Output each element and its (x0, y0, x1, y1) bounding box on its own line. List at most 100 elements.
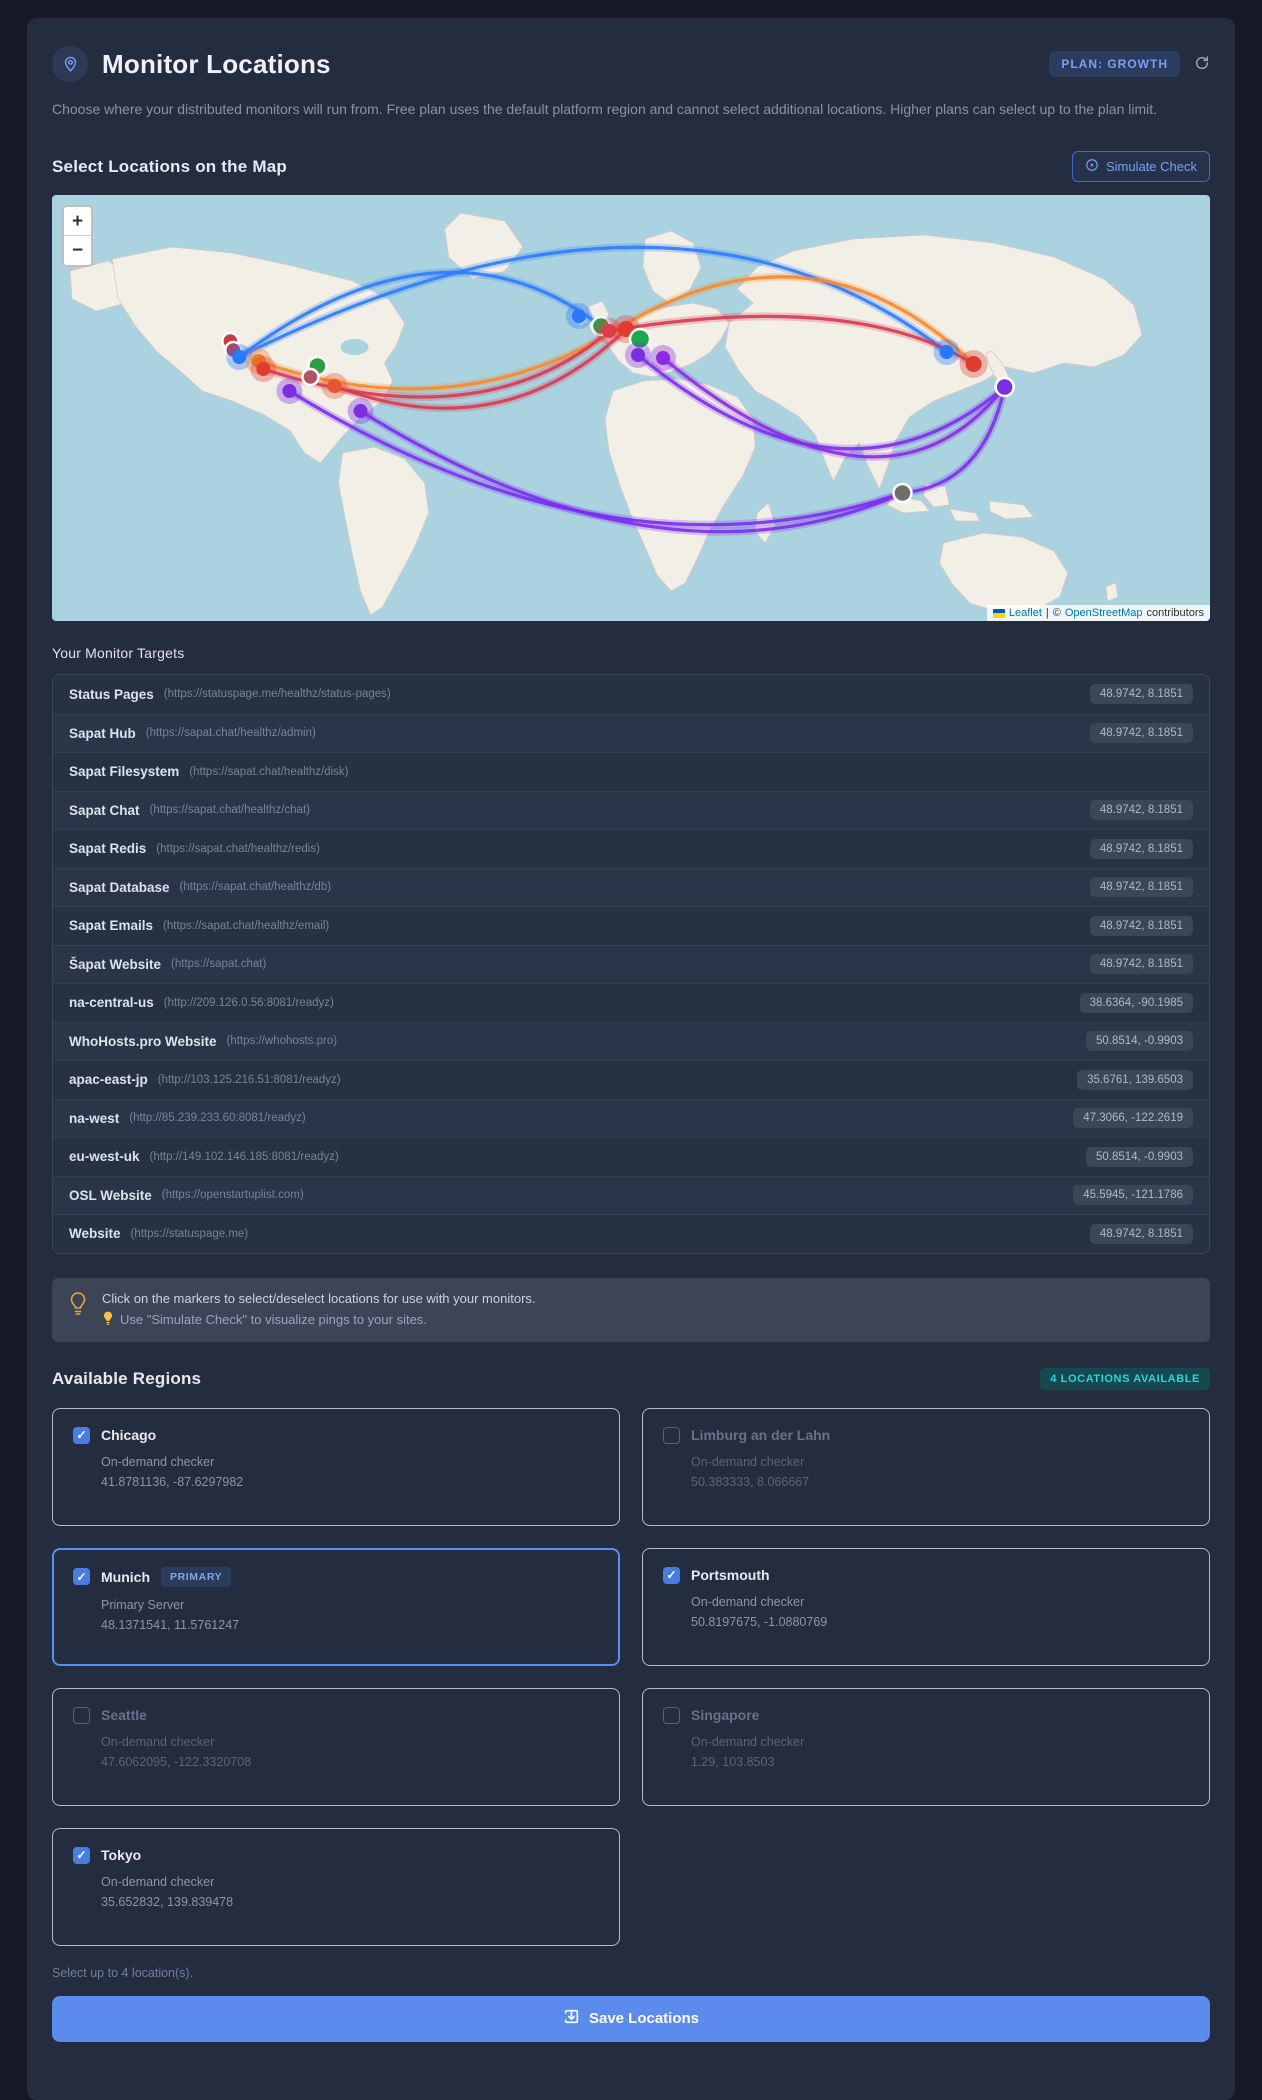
refresh-icon (1194, 55, 1210, 74)
target-url: (https://sapat.chat/healthz/redis) (156, 842, 320, 855)
zoom-in-button[interactable]: + (64, 207, 91, 237)
leaflet-link[interactable]: Leaflet (1009, 607, 1042, 619)
world-map[interactable]: + − Leaflet | © OpenStreetMap contributo… (52, 195, 1210, 622)
simulate-check-button[interactable]: Simulate Check (1071, 151, 1210, 183)
save-icon (563, 2008, 580, 2029)
locations-available-badge: 4 LOCATIONS AVAILABLE (1040, 1367, 1210, 1390)
target-name: apac-east-jp (69, 1072, 148, 1088)
region-checkbox[interactable] (73, 1846, 90, 1864)
region-checkbox[interactable] (73, 1706, 90, 1724)
region-name: Chicago (101, 1427, 157, 1444)
region-name: Limburg an der Lahn (691, 1427, 831, 1444)
target-coordinates-badge: 50.8514, -0.9903 (1086, 1031, 1193, 1052)
target-coordinates-badge: 45.5945, -121.1786 (1073, 1185, 1193, 1206)
region-card[interactable]: Munich PRIMARY Primary Server 48.1371541… (52, 1547, 620, 1666)
target-coordinates-badge: 50.8514, -0.9903 (1086, 1146, 1193, 1167)
target-name: Sapat Chat (69, 802, 140, 818)
region-coordinates: 35.652832, 139.839478 (101, 1894, 234, 1909)
marker-us-orange-2[interactable] (327, 379, 342, 394)
region-type: On-demand checker (101, 1874, 215, 1889)
zoom-out-button[interactable]: − (64, 236, 91, 266)
region-type: On-demand checker (101, 1734, 215, 1749)
marker-us-maroon[interactable] (301, 367, 320, 387)
target-url: (https://statuspage.me/healthz/status-pa… (163, 688, 391, 701)
lightbulb-icon (68, 1291, 88, 1322)
selection-limit-note: Select up to 4 location(s). (52, 1965, 194, 1980)
target-coordinates-badge: 47.3066, -122.2619 (1073, 1108, 1193, 1129)
target-url: (https://sapat.chat/healthz/admin) (145, 727, 316, 740)
ukraine-flag-icon (992, 608, 1005, 618)
region-coordinates: 41.8781136, -87.6297982 (101, 1474, 244, 1489)
region-name: Tokyo (101, 1847, 142, 1864)
location-pin-icon (52, 46, 88, 82)
save-locations-label: Save Locations (588, 2010, 700, 2028)
refresh-button[interactable] (1194, 55, 1210, 74)
region-checkbox[interactable] (73, 1426, 90, 1444)
marker-eu-purple-1[interactable] (631, 348, 646, 363)
marker-asia-red[interactable] (965, 356, 982, 373)
primary-badge: PRIMARY (161, 1566, 232, 1587)
region-name: Portsmouth (691, 1567, 770, 1584)
marker-tokyo-purple[interactable] (994, 376, 1015, 398)
target-name: Sapat Redis (69, 841, 147, 857)
region-coordinates: 50.8197675, -1.0880769 (691, 1614, 828, 1629)
target-name: Website (69, 1226, 121, 1242)
marker-eu-purple-2[interactable] (656, 351, 671, 366)
target-url: (http://149.102.146.185:8081/readyz) (149, 1150, 339, 1163)
region-card[interactable]: Portsmouth On-demand checker 50.8197675,… (642, 1547, 1210, 1666)
monitor-locations-panel: Monitor Locations PLAN: GROWTH Choose wh… (27, 18, 1235, 2100)
target-url: (https://whohosts.pro) (226, 1035, 338, 1048)
region-checkbox[interactable] (663, 1706, 680, 1724)
plan-badge: PLAN: GROWTH (1049, 51, 1180, 77)
target-coordinates-badge: 48.9742, 8.1851 (1089, 954, 1193, 975)
table-row: na-central-us (http://209.126.0.56:8081/… (53, 983, 1209, 1022)
attribution-divider: | (1045, 607, 1049, 620)
copyright-symbol: © (1052, 607, 1061, 620)
marker-us-purple-2[interactable] (353, 404, 368, 419)
region-card[interactable]: Tokyo On-demand checker 35.652832, 139.8… (52, 1827, 620, 1946)
table-row: Sapat Database (https://sapat.chat/healt… (53, 867, 1209, 907)
marker-us-red[interactable] (256, 362, 271, 377)
tip-box: Click on the markers to select/deselect … (52, 1277, 1210, 1342)
page-title: Monitor Locations (102, 48, 331, 79)
region-name: Munich (101, 1568, 150, 1585)
marker-seattle-blue[interactable] (232, 350, 247, 365)
region-checkbox[interactable] (663, 1426, 680, 1444)
play-circle-icon (1085, 158, 1099, 175)
table-row: Sapat Hub (https://sapat.chat/healthz/ad… (53, 713, 1209, 753)
target-url: (https://sapat.chat) (171, 958, 267, 971)
table-row: Status Pages (https://statuspage.me/heal… (53, 675, 1209, 714)
table-row: Sapat Emails (https://sapat.chat/healthz… (53, 906, 1209, 945)
region-checkbox[interactable] (663, 1566, 680, 1584)
page-description: Choose where your distributed monitors w… (52, 101, 1158, 117)
target-coordinates-badge: 48.9742, 8.1851 (1089, 684, 1193, 705)
marker-us-purple-1[interactable] (282, 384, 297, 399)
table-row: Website (https://statuspage.me) 48.9742,… (53, 1214, 1209, 1253)
region-card[interactable]: Chicago On-demand checker 41.8781136, -8… (52, 1407, 620, 1526)
target-coordinates-badge: 48.9742, 8.1851 (1089, 838, 1193, 859)
target-coordinates-badge: 48.9742, 8.1851 (1089, 1223, 1193, 1244)
marker-singapore-gray[interactable] (892, 482, 913, 504)
tip-line-1: Click on the markers to select/deselect … (102, 1290, 536, 1306)
region-type: On-demand checker (101, 1454, 215, 1469)
region-checkbox[interactable] (73, 1568, 90, 1586)
marker-atlantic-blue[interactable] (571, 309, 586, 324)
save-locations-button[interactable]: Save Locations (52, 1995, 1210, 2042)
monitor-targets-list: Status Pages (https://statuspage.me/heal… (52, 674, 1210, 1254)
region-card[interactable]: Limburg an der Lahn On-demand checker 50… (642, 1407, 1210, 1526)
table-row: na-west (http://85.239.233.60:8081/ready… (53, 1098, 1209, 1138)
table-row: apac-east-jp (http://103.125.216.51:8081… (53, 1060, 1209, 1099)
target-coordinates-badge: 48.9742, 8.1851 (1089, 877, 1193, 898)
region-name: Seattle (101, 1707, 147, 1724)
map-canvas (69, 212, 1143, 616)
map-zoom-control: + − (62, 205, 93, 268)
target-name: Sapat Filesystem (69, 764, 180, 780)
table-row: Sapat Redis (https://sapat.chat/healthz/… (53, 829, 1209, 868)
osm-link[interactable]: OpenStreetMap (1065, 607, 1143, 619)
region-card[interactable]: Singapore On-demand checker 1.29, 103.85… (642, 1687, 1210, 1806)
target-url: (http://103.125.216.51:8081/readyz) (157, 1073, 341, 1086)
region-card[interactable]: Seattle On-demand checker 47.6062095, -1… (52, 1687, 620, 1806)
target-name: OSL Website (69, 1187, 152, 1203)
marker-asia-blue[interactable] (939, 345, 954, 360)
target-coordinates-badge: 48.9742, 8.1851 (1089, 915, 1193, 936)
